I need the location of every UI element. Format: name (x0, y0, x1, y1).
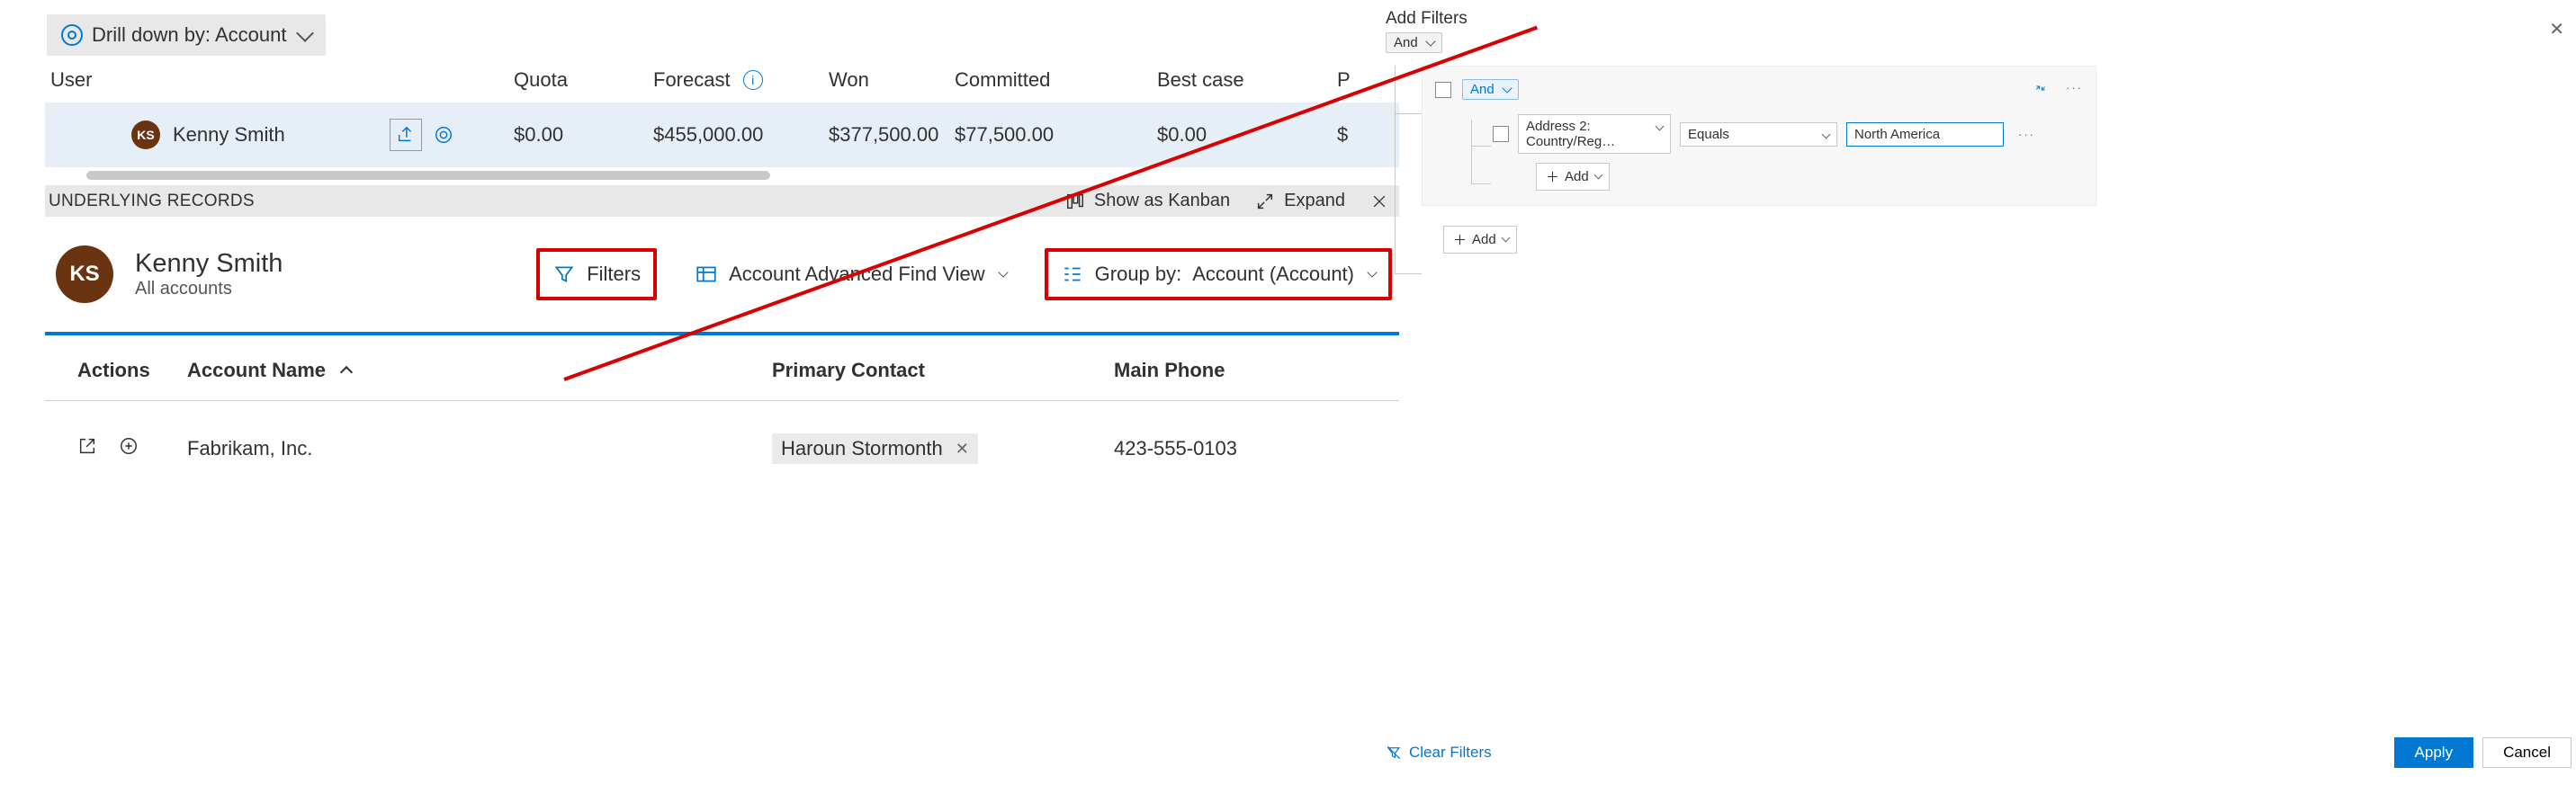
header-actions[interactable]: Actions (45, 359, 180, 382)
chevron-down-icon (998, 267, 1008, 277)
owner-subtitle: All accounts (135, 279, 283, 299)
more-icon[interactable]: ··· (2018, 128, 2035, 141)
header-extra[interactable]: P (1332, 68, 1359, 92)
underlying-records-bar: UNDERLYING RECORDS Show as Kanban Expand (45, 185, 1399, 217)
record-row[interactable]: Fabrikam, Inc. Haroun Stormonth ✕ 423-55… (45, 401, 1399, 473)
drilldown-label: Drill down by: Account (92, 23, 286, 47)
drilldown-chip[interactable]: Drill down by: Account (47, 14, 326, 56)
chevron-down-icon (297, 24, 315, 42)
add-condition-button[interactable]: ＋ Add (1536, 163, 1610, 191)
panel-title: Add Filters (1386, 9, 2573, 29)
root-and-operator[interactable]: And (1386, 32, 1442, 53)
connector-line (1471, 120, 1491, 184)
chevron-down-icon (1502, 83, 1512, 93)
more-icon[interactable]: ··· (2066, 81, 2083, 98)
info-icon[interactable]: i (743, 70, 763, 90)
avatar-large: KS (56, 245, 113, 303)
cancel-button[interactable]: Cancel (2482, 737, 2572, 768)
header-account-name[interactable]: Account Name (180, 359, 765, 382)
header-bestcase[interactable]: Best case (1152, 68, 1332, 92)
close-icon[interactable]: ✕ (2549, 18, 2564, 40)
connector-line (1395, 66, 1422, 274)
add-group-button[interactable]: ＋ Add (1443, 226, 1517, 254)
cell-phone: 423-555-0103 (1107, 437, 1341, 460)
header-quota[interactable]: Quota (508, 68, 648, 92)
sort-ascending-icon (340, 366, 353, 379)
scrollbar-thumb[interactable] (86, 171, 770, 180)
horizontal-scrollbar[interactable] (45, 169, 1399, 182)
contact-chip[interactable]: Haroun Stormonth ✕ (772, 433, 978, 464)
cell-extra: $ (1332, 123, 1359, 147)
header-main-phone[interactable]: Main Phone (1107, 359, 1341, 382)
apply-button[interactable]: Apply (2394, 737, 2474, 768)
condition-field-select[interactable]: Address 2: Country/Reg… (1518, 114, 1671, 154)
chevron-down-icon (1367, 267, 1377, 277)
owner-strip: KS Kenny Smith All accounts Filters Acco… (45, 217, 1399, 328)
header-primary-contact[interactable]: Primary Contact (765, 359, 1107, 382)
condition-checkbox[interactable] (1493, 126, 1509, 142)
plus-icon: ＋ (1546, 167, 1559, 186)
cell-forecast: $455,000.00 (648, 123, 823, 147)
share-icon[interactable] (390, 119, 422, 151)
owner-name: Kenny Smith (135, 249, 283, 279)
clear-filters-button[interactable]: Clear Filters (1386, 744, 1492, 762)
expand-group-icon[interactable] (2033, 81, 2048, 98)
plus-icon: ＋ (1453, 230, 1467, 249)
filters-button[interactable]: Filters (536, 248, 657, 300)
filter-panel-footer: Clear Filters Apply Cancel (1386, 737, 2572, 768)
header-won[interactable]: Won (823, 68, 949, 92)
underlying-title: UNDERLYING RECORDS (49, 192, 255, 211)
cell-account-name: Fabrikam, Inc. (180, 437, 765, 460)
forecast-panel: Drill down by: Account User Quota Foreca… (45, 0, 1399, 473)
header-committed[interactable]: Committed (949, 68, 1152, 92)
add-icon[interactable] (119, 436, 139, 461)
condition-value-input[interactable]: North America (1846, 122, 2004, 147)
filter-group: And ··· Address 2: Country/Reg… Equals N… (1422, 66, 2096, 206)
header-user[interactable]: User (45, 68, 508, 92)
target-icon (61, 24, 83, 46)
group-checkbox[interactable] (1435, 82, 1451, 98)
records-header: Actions Account Name Primary Contact Mai… (45, 335, 1399, 400)
user-name: Kenny Smith (173, 123, 285, 147)
condition-operator-select[interactable]: Equals (1680, 122, 1837, 147)
header-forecast[interactable]: Forecast i (648, 68, 823, 92)
add-filters-panel: Add Filters ✕ And And ··· (1386, 9, 2573, 254)
open-icon[interactable] (77, 436, 97, 461)
remove-icon[interactable]: ✕ (956, 440, 969, 459)
chevron-down-icon (1425, 36, 1435, 46)
forecast-grid-header: User Quota Forecast i Won Committed Best… (45, 68, 1399, 103)
groupby-button[interactable]: Group by: Account (Account) (1045, 248, 1392, 300)
cell-committed: $77,500.00 (949, 123, 1152, 147)
show-as-kanban[interactable]: Show as Kanban (1065, 191, 1230, 211)
avatar: KS (131, 120, 160, 149)
group-and-operator[interactable]: And (1462, 79, 1519, 100)
cell-won: $377,500.00 (823, 123, 949, 147)
filter-condition-row: Address 2: Country/Reg… Equals North Ame… (1493, 114, 2083, 154)
target-small-icon[interactable] (427, 119, 460, 151)
forecast-grid-row[interactable]: KS Kenny Smith $0.00 $455,000.00 $377,50… (45, 103, 1399, 167)
expand-button[interactable]: Expand (1255, 191, 1345, 211)
cell-quota: $0.00 (508, 123, 648, 147)
